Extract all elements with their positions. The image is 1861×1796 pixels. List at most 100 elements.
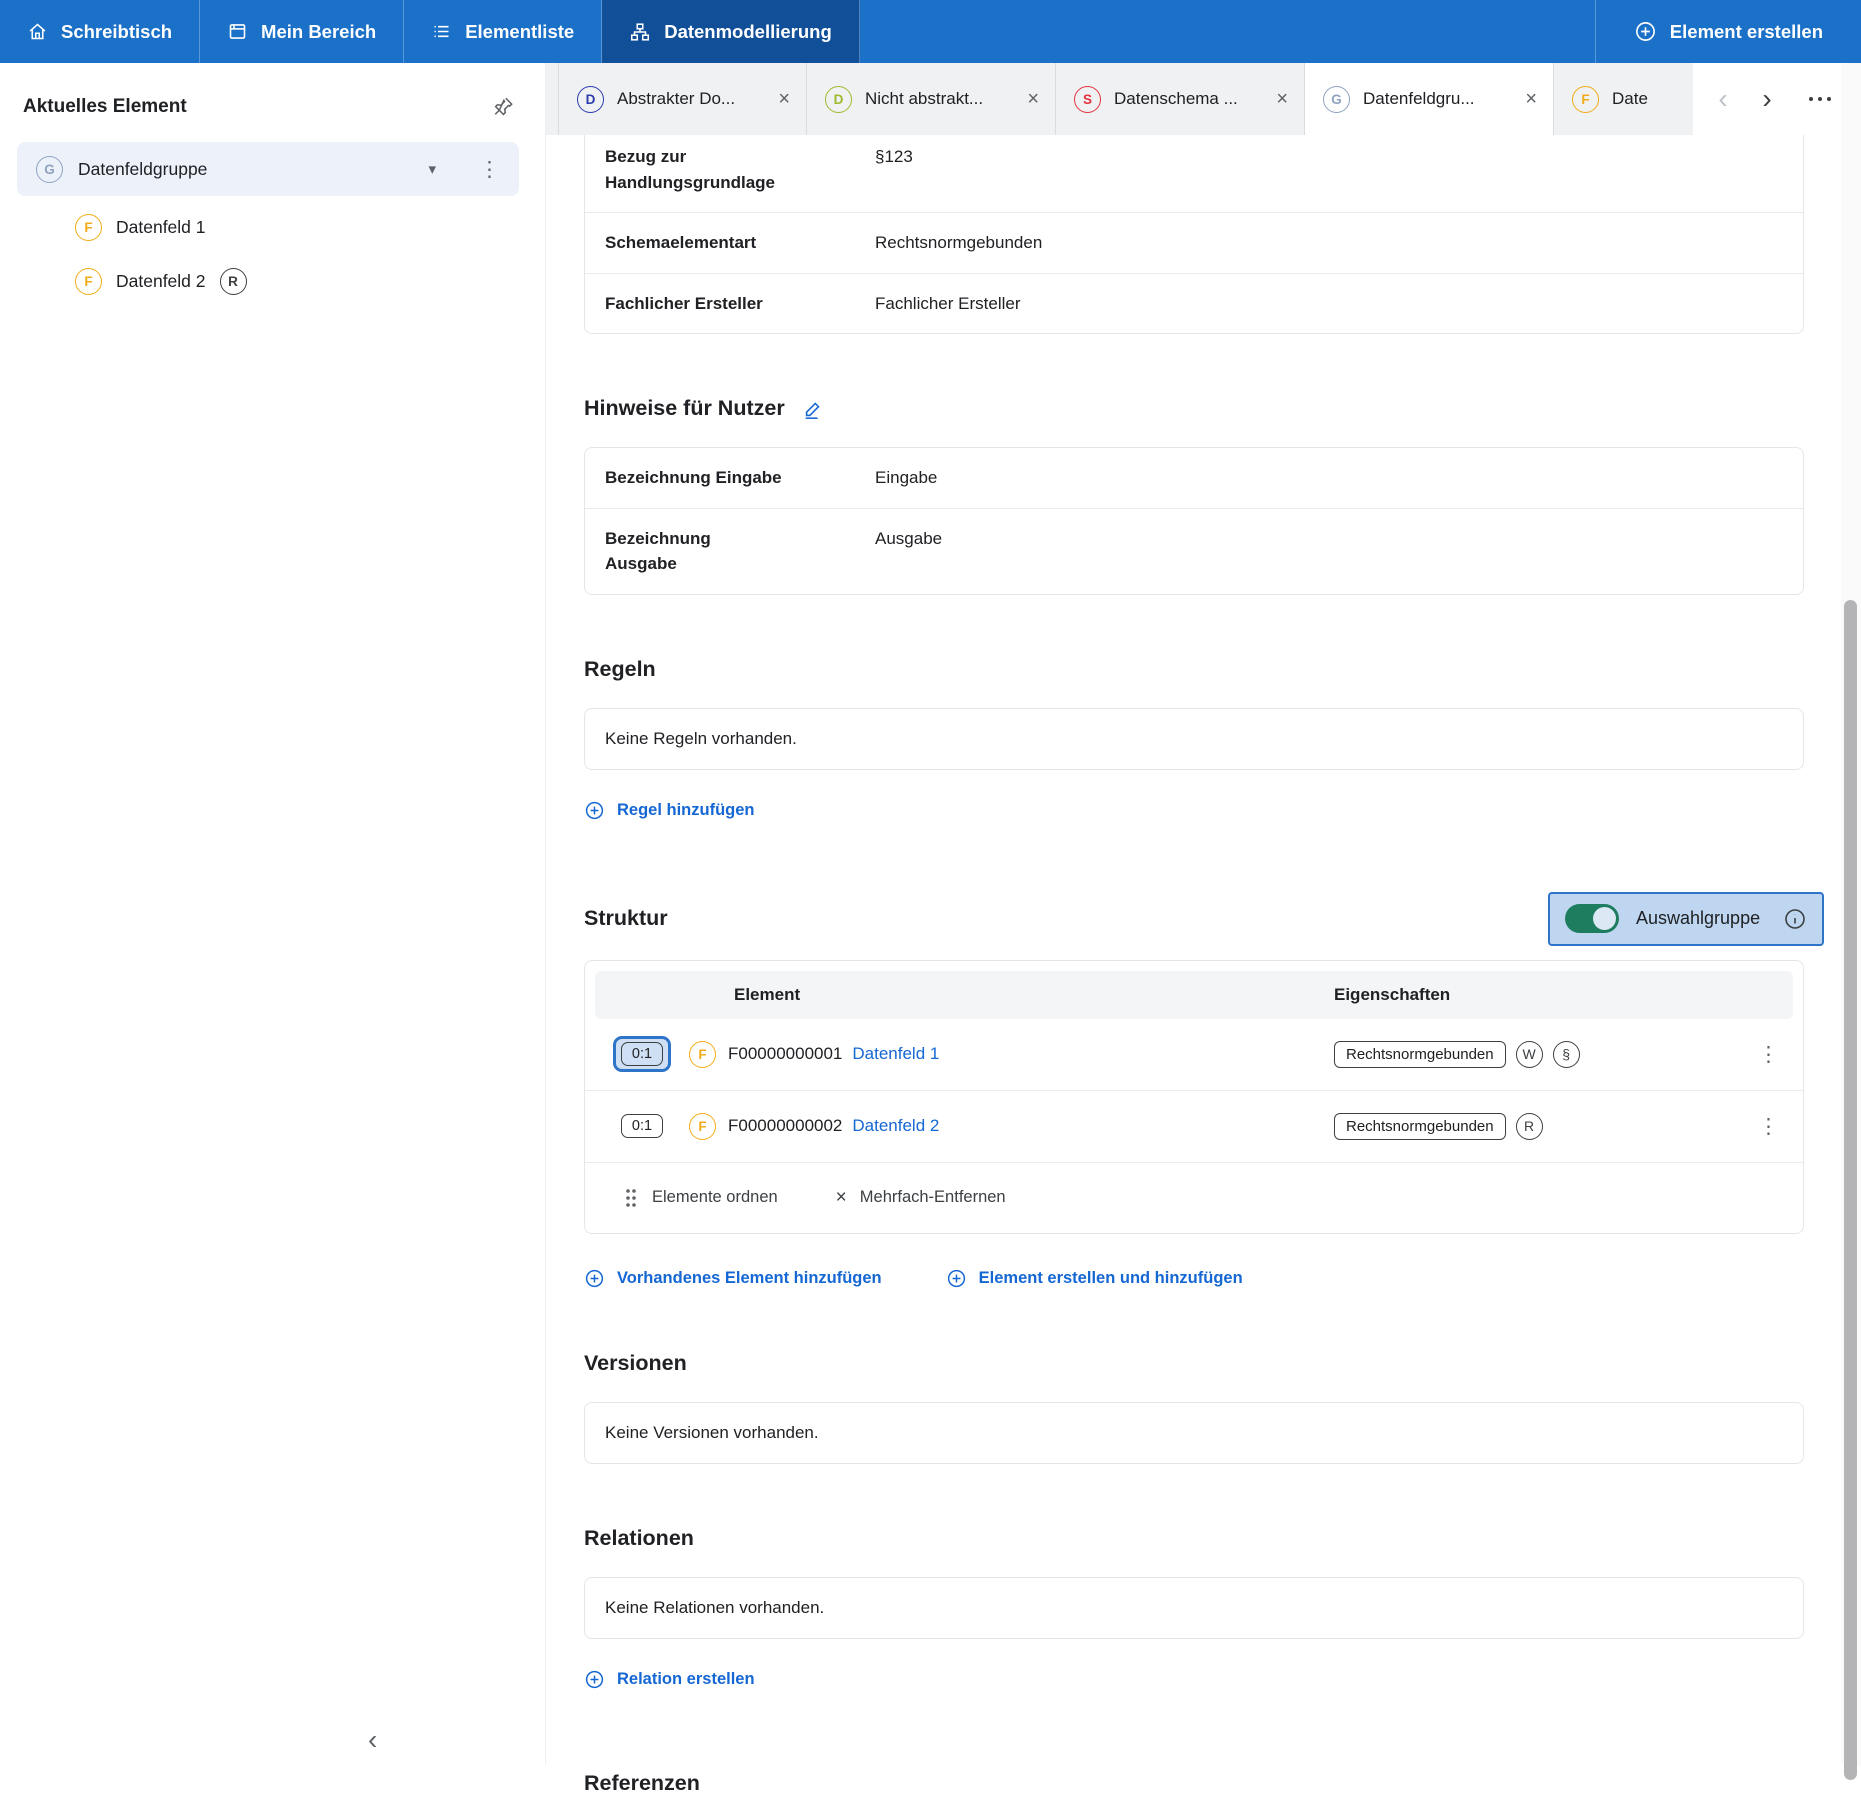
field-letter-icon: F [689,1113,716,1140]
tab-datenfeldgruppe-active[interactable]: G Datenfeldgru... × [1305,63,1554,135]
nav-item-label: Mein Bereich [261,21,376,43]
list-icon [431,21,452,42]
document-letter-icon: D [577,86,604,113]
table-header-row: Element Eigenschaften [595,971,1793,1019]
nav-item-schreibtisch[interactable]: Schreibtisch [0,0,200,63]
sidebar: Aktuelles Element G Datenfeldgruppe ▾ ⋮ … [0,63,546,1765]
tabs-next-icon[interactable]: › [1745,77,1789,121]
tabs-overflow-menu-icon[interactable] [1809,97,1831,101]
schema-letter-icon: S [1074,86,1101,113]
cardinality-chip-selected[interactable]: 0:1 [613,1036,671,1072]
kv-value: §123 [875,144,913,195]
empty-state-text: Keine Relationen vorhanden. [605,1598,824,1617]
table-footer-actions: Elemente ordnen × Mehrfach-Entfernen [585,1163,1803,1233]
link-label: Element erstellen und hinzufügen [979,1269,1243,1288]
x-icon: × [836,1187,847,1209]
kv-label: Schemaelementart [605,230,875,256]
tab-datenschema[interactable]: S Datenschema ... × [1056,63,1305,135]
info-icon[interactable] [1783,907,1807,931]
sidebar-item-datenfeld-2[interactable]: F Datenfeld 2 R [0,258,545,304]
empty-state-text: Keine Regeln vorhanden. [605,729,797,748]
sidebar-item-label: Datenfeld 2 [116,271,206,292]
section-heading-struktur: Struktur [584,906,668,931]
row-kebab-menu-icon[interactable]: ⋮ [1758,1116,1779,1137]
group-letter-icon: G [36,156,63,183]
section-title: Relationen [584,1526,694,1551]
regeln-empty-card: Keine Regeln vorhanden. [584,708,1804,770]
action-label: Elemente ordnen [652,1188,778,1207]
tab-close-icon[interactable]: × [1525,89,1537,109]
tab-close-icon[interactable]: × [1276,89,1288,109]
row-kebab-menu-icon[interactable]: ⋮ [1758,1044,1779,1065]
nav-item-datenmodellierung[interactable]: Datenmodellierung [602,0,860,63]
tabs-prev-icon[interactable]: ‹ [1701,77,1745,121]
create-label: Element erstellen [1670,21,1823,43]
element-erstellen-button[interactable]: Element erstellen [1595,0,1861,63]
nav-item-label: Elementliste [465,21,574,43]
tab-bar: D Abstrakter Do... × D Nicht abstrakt...… [546,63,1861,135]
element-name-link[interactable]: Datenfeld 1 [852,1044,939,1064]
tab-close-icon[interactable]: × [778,89,790,109]
section-title: Regeln [584,657,656,682]
field-letter-icon: F [75,268,102,295]
flag-w-icon: W [1516,1041,1543,1068]
pin-icon[interactable] [492,95,515,118]
kebab-menu-icon[interactable]: ⋮ [479,159,500,180]
nav-item-elementliste[interactable]: Elementliste [404,0,602,63]
tab-panel-content: Bezug zur Handlungsgrundlage §123 Schema… [546,135,1804,1796]
kv-label: Bezug zur Handlungsgrundlage [605,144,875,195]
element-erstellen-und-hinzufuegen-button[interactable]: Element erstellen und hinzufügen [946,1268,1243,1289]
elemente-ordnen-button[interactable]: Elemente ordnen [623,1187,778,1209]
element-name-link[interactable]: Datenfeld 2 [852,1116,939,1136]
group-letter-icon: G [1323,86,1350,113]
toggle-label: Auswahlgruppe [1636,908,1760,929]
section-heading-hinweise: Hinweise für Nutzer [584,396,1804,421]
field-letter-icon: F [689,1041,716,1068]
tab-label: Nicht abstrakt... [865,89,983,109]
tab-abstrakter-do[interactable]: D Abstrakter Do... × [558,63,807,135]
sidebar-collapse-button[interactable]: ‹ [362,1723,383,1757]
column-header-element: Element [734,985,800,1005]
kv-value: Eingabe [875,465,937,491]
sidebar-selected-element[interactable]: G Datenfeldgruppe ▾ ⋮ [17,142,519,196]
section-title: Struktur [584,906,668,931]
kv-label: Fachlicher Ersteller [605,291,875,317]
section-title: Referenzen [584,1771,700,1796]
chevron-down-icon[interactable]: ▾ [428,160,436,178]
reference-badge: R [220,268,247,295]
cardinality-chip[interactable]: 0:1 [621,1114,663,1138]
tab-label: Abstrakter Do... [617,89,735,109]
vertical-scrollbar[interactable] [1841,63,1861,1765]
nav-item-mein-bereich[interactable]: Mein Bereich [200,0,404,63]
table-row[interactable]: 0:1 F F00000000001 Datenfeld 1 Rechtsnor… [585,1019,1803,1091]
kv-row: Bezeichnung Eingabe Eingabe [585,448,1803,508]
eigenschaften-cell: Rechtsnormgebunden R [1334,1113,1543,1140]
schemaelementart-badge: Rechtsnormgebunden [1334,1041,1506,1068]
versionen-empty-card: Keine Versionen vorhanden. [584,1402,1804,1464]
table-row[interactable]: 0:1 F F00000000002 Datenfeld 2 Rechtsnor… [585,1091,1803,1163]
kv-row: Bezug zur Handlungsgrundlage §123 [585,135,1803,212]
plus-circle-icon [1634,20,1657,43]
section-title: Hinweise für Nutzer [584,396,785,421]
tab-datenfeld-truncated[interactable]: F Date [1554,63,1693,135]
auswahlgruppe-toggle[interactable]: Auswahlgruppe [1548,892,1824,946]
tab-label: Date [1612,89,1648,109]
schemaelementart-badge: Rechtsnormgebunden [1334,1113,1506,1140]
sidebar-item-datenfeld-1[interactable]: F Datenfeld 1 [0,204,545,250]
tab-nicht-abstrakt[interactable]: D Nicht abstrakt... × [807,63,1056,135]
top-navigation: Schreibtisch Mein Bereich Elementliste D… [0,0,1861,63]
section-heading-regeln: Regeln [584,657,1804,682]
edit-pencil-icon[interactable] [802,398,824,420]
toggle-switch-on[interactable] [1565,904,1619,933]
flag-paragraph-icon: § [1553,1041,1580,1068]
section-heading-versionen: Versionen [584,1351,1804,1376]
link-label: Vorhandenes Element hinzufügen [617,1269,882,1288]
tab-close-icon[interactable]: × [1027,89,1039,109]
relation-erstellen-button[interactable]: Relation erstellen [584,1669,755,1690]
board-icon [227,21,248,42]
vorhandenes-element-hinzufuegen-button[interactable]: Vorhandenes Element hinzufügen [584,1268,882,1289]
regel-hinzufuegen-button[interactable]: Regel hinzufügen [584,800,755,821]
mehrfach-entfernen-button[interactable]: × Mehrfach-Entfernen [836,1187,1006,1209]
scrollbar-thumb[interactable] [1844,600,1857,1780]
kv-row: Bezeichnung Ausgabe Ausgabe [585,508,1803,594]
